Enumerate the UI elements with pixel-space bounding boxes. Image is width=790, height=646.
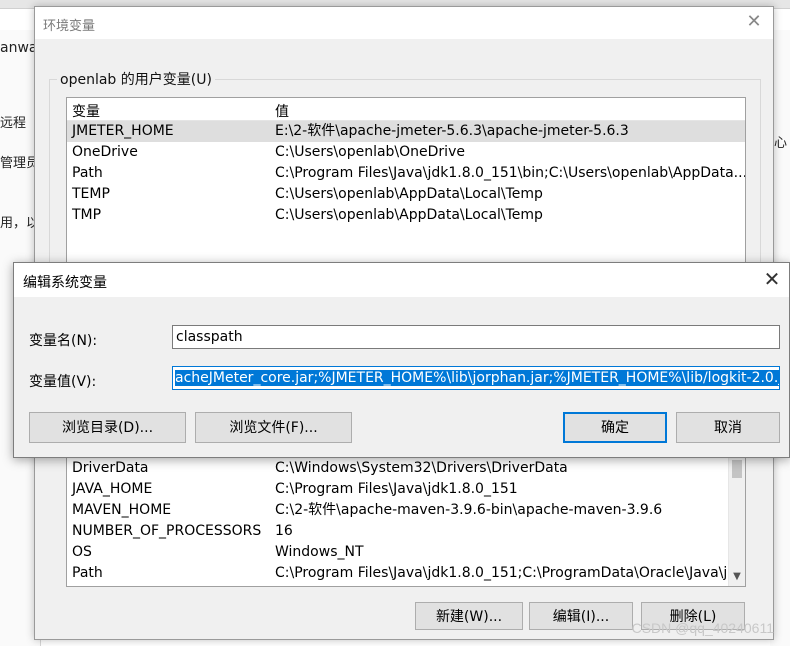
- window-titlebar[interactable]: 环境变量 ✕: [35, 7, 773, 39]
- list-row[interactable]: Path C:\Program Files\Java\jdk1.8.0_151\…: [67, 163, 745, 184]
- variable-value-label: 变量值(V):: [29, 374, 97, 390]
- list-row[interactable]: NUMBER_OF_PROCESSORS 16: [67, 521, 745, 542]
- list-row[interactable]: OS Windows_NT: [67, 542, 745, 563]
- edit-variable-button[interactable]: 编辑(I)...: [529, 602, 633, 630]
- variable-name: OS: [72, 544, 92, 560]
- variable-value: Windows_NT: [275, 544, 364, 560]
- background-text: anwa: [0, 40, 38, 56]
- new-variable-button[interactable]: 新建(W)...: [415, 602, 523, 630]
- dialog-titlebar[interactable]: 编辑系统变量 ✕: [14, 263, 789, 297]
- column-header-value[interactable]: 值: [275, 101, 289, 121]
- list-header: 变量 值: [67, 98, 745, 121]
- chevron-down-icon[interactable]: ▼: [731, 571, 743, 583]
- variable-name: JAVA_HOME: [72, 481, 153, 497]
- vertical-scrollbar[interactable]: ▼: [728, 454, 745, 586]
- variable-value: C:\Users\openlab\OneDrive: [275, 144, 465, 160]
- variable-value: 16: [275, 523, 293, 539]
- variable-name: Path: [72, 165, 103, 181]
- list-row[interactable]: TEMP C:\Users\openlab\AppData\Local\Temp: [67, 184, 745, 205]
- variable-value: C:\Program Files\Java\jdk1.8.0_151;C:\Pr…: [275, 565, 736, 581]
- variable-name-input[interactable]: classpath: [172, 325, 780, 349]
- variable-value-input[interactable]: acheJMeter_core.jar;%JMETER_HOME%\lib\jo…: [172, 366, 780, 390]
- variable-value: C:\2-软件\apache-maven-3.9.6-bin\apache-ma…: [275, 502, 663, 518]
- list-row[interactable]: OneDrive C:\Users\openlab\OneDrive: [67, 142, 745, 163]
- background-text: 心: [774, 136, 788, 151]
- background-text: 远程: [0, 116, 27, 131]
- variable-name: Path: [72, 565, 103, 581]
- variable-value: C:\Users\openlab\AppData\Local\Temp: [275, 186, 543, 202]
- list-row[interactable]: TMP C:\Users\openlab\AppData\Local\Temp: [67, 205, 745, 226]
- list-row[interactable]: Path C:\Program Files\Java\jdk1.8.0_151;…: [67, 563, 745, 584]
- selected-text: acheJMeter_core.jar;%JMETER_HOME%\lib\jo…: [175, 370, 779, 386]
- list-row[interactable]: JAVA_HOME C:\Program Files\Java\jdk1.8.0…: [67, 479, 745, 500]
- list-row[interactable]: DriverData C:\Windows\System32\Drivers\D…: [67, 458, 745, 479]
- browse-file-button[interactable]: 浏览文件(F)...: [195, 412, 352, 443]
- variable-name: TMP: [72, 207, 102, 223]
- variable-name: NUMBER_OF_PROCESSORS: [72, 523, 262, 539]
- browse-directory-button[interactable]: 浏览目录(D)...: [29, 412, 186, 443]
- ok-button[interactable]: 确定: [563, 412, 667, 443]
- column-header-variable[interactable]: 变量: [72, 101, 100, 121]
- variable-name: OneDrive: [72, 144, 138, 160]
- close-icon[interactable]: ✕: [761, 268, 783, 290]
- scrollbar-thumb[interactable]: [732, 460, 742, 478]
- cancel-button[interactable]: 取消: [676, 412, 780, 443]
- edit-system-variable-dialog: 编辑系统变量 ✕ 变量名(N): classpath 变量值(V): acheJ…: [13, 262, 790, 458]
- system-variables-list[interactable]: DriverData C:\Windows\System32\Drivers\D…: [66, 453, 746, 587]
- dialog-title: 编辑系统变量: [23, 275, 107, 291]
- variable-value: C:\Users\openlab\AppData\Local\Temp: [275, 207, 543, 223]
- variable-name: DriverData: [72, 460, 149, 476]
- variable-value: C:\Program Files\Java\jdk1.8.0_151\bin;C…: [275, 165, 746, 181]
- list-row[interactable]: MAVEN_HOME C:\2-软件\apache-maven-3.9.6-bi…: [67, 500, 745, 521]
- variable-name: MAVEN_HOME: [72, 502, 172, 518]
- close-icon[interactable]: ✕: [743, 11, 765, 33]
- window-title: 环境变量: [43, 19, 96, 34]
- list-row[interactable]: JMETER_HOME E:\2-软件\apache-jmeter-5.6.3\…: [67, 121, 745, 142]
- watermark: CSDN @qq_40240611: [631, 620, 774, 636]
- variable-value: C:\Program Files\Java\jdk1.8.0_151: [275, 481, 518, 497]
- variable-value: C:\Windows\System32\Drivers\DriverData: [275, 460, 568, 476]
- variable-name: TEMP: [72, 186, 110, 202]
- variable-name-label: 变量名(N):: [29, 333, 98, 349]
- user-variables-group-label: openlab 的用户变量(U): [57, 69, 215, 89]
- variable-value: E:\2-软件\apache-jmeter-5.6.3\apache-jmete…: [275, 123, 629, 139]
- variable-name: JMETER_HOME: [72, 123, 174, 139]
